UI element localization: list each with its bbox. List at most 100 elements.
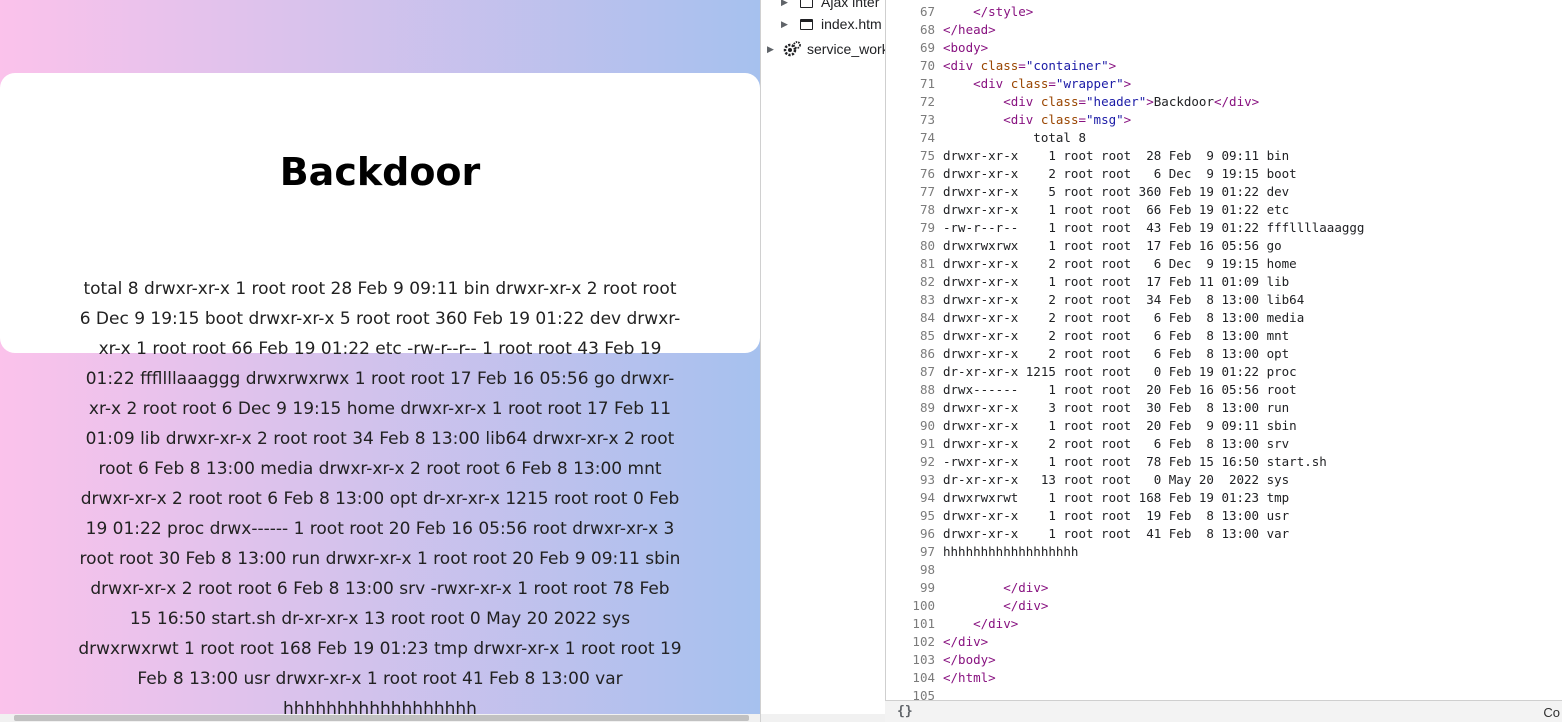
line-number[interactable]: 81 [886, 255, 943, 273]
line-code: drwxr-xr-x 2 root root 6 Dec 9 19:15 hom… [943, 256, 1297, 271]
line-number[interactable]: 69 [886, 39, 943, 57]
source-line: 83 drwxr-xr-x 2 root root 34 Feb 8 13:00 … [886, 291, 1562, 309]
coverage-label: Co [1543, 705, 1560, 720]
line-number[interactable]: 98 [886, 561, 943, 579]
source-line: 86 drwxr-xr-x 2 root root 6 Feb 8 13:00 o… [886, 345, 1562, 363]
line-number[interactable]: 86 [886, 345, 943, 363]
line-number[interactable]: 68 [886, 21, 943, 39]
source-line: 101 </div> [886, 615, 1562, 633]
line-number[interactable]: 82 [886, 273, 943, 291]
line-code: </html> [943, 670, 996, 685]
line-number[interactable]: 105 [886, 687, 943, 700]
scrollbar-thumb[interactable] [14, 715, 749, 721]
line-code: drwxr-xr-x 2 root root 6 Feb 8 13:00 srv [943, 436, 1290, 451]
tree-scrollbar[interactable] [761, 714, 886, 722]
line-number[interactable]: 67 [886, 3, 943, 21]
line-number[interactable]: 75 [886, 147, 943, 165]
line-number[interactable]: 74 [886, 129, 943, 147]
line-number[interactable]: 72 [886, 93, 943, 111]
source-line: 98 [886, 561, 1562, 579]
source-line: 67 </style> [886, 3, 1562, 21]
source-line: 70 <div class="container"> [886, 57, 1562, 75]
frame-icon [797, 17, 815, 31]
source-line: 100 </div> [886, 597, 1562, 615]
line-number[interactable]: 73 [886, 111, 943, 129]
sources-file-tree: ▶ Ajax inter ▶ index.htm ▶ service_work [760, 0, 886, 722]
line-number[interactable]: 99 [886, 579, 943, 597]
line-code: dr-xr-xr-x 13 root root 0 May 20 2022 sy… [943, 472, 1290, 487]
line-number[interactable]: 92 [886, 453, 943, 471]
command-output: total 8 drwxr-xr-x 1 root root 28 Feb 9 … [78, 279, 682, 719]
line-number[interactable]: 85 [886, 327, 943, 345]
tree-item-index-html[interactable]: ▶ index.htm [781, 14, 882, 34]
expand-arrow-icon[interactable]: ▶ [767, 44, 783, 55]
line-code: drwxr-xr-x 5 root root 360 Feb 19 01:22 … [943, 184, 1290, 199]
line-number[interactable]: 88 [886, 381, 943, 399]
line-number[interactable]: 96 [886, 525, 943, 543]
line-number[interactable]: 90 [886, 417, 943, 435]
source-line: 89 drwxr-xr-x 3 root root 30 Feb 8 13:00 … [886, 399, 1562, 417]
line-code: dr-xr-xr-x 1215 root root 0 Feb 19 01:22… [943, 364, 1297, 379]
source-line: 71 <div class="wrapper"> [886, 75, 1562, 93]
line-number[interactable]: 77 [886, 183, 943, 201]
line-code: drwxr-xr-x 2 root root 6 Feb 8 13:00 med… [943, 310, 1305, 325]
line-number[interactable]: 79 [886, 219, 943, 237]
line-number[interactable]: 103 [886, 651, 943, 669]
line-number[interactable]: 101 [886, 615, 943, 633]
horizontal-scrollbar[interactable] [0, 714, 760, 722]
gear-icon [783, 41, 801, 57]
line-number[interactable]: 95 [886, 507, 943, 525]
line-code: drwxr-xr-x 1 root root 20 Feb 9 09:11 sb… [943, 418, 1297, 433]
line-number[interactable]: 100 [886, 597, 943, 615]
line-code: total 8 [943, 130, 1086, 145]
source-line: 79 -rw-r--r-- 1 root root 43 Feb 19 01:22… [886, 219, 1562, 237]
line-code: -rwxr-xr-x 1 root root 78 Feb 15 16:50 s… [943, 454, 1327, 469]
source-code-view[interactable]: 67 </style> 68 </head> 69 <body> 70 <div class… [885, 0, 1562, 700]
line-code: </head> [943, 22, 996, 37]
source-line: 68 </head> [886, 21, 1562, 39]
line-number[interactable]: 89 [886, 399, 943, 417]
line-number[interactable]: 80 [886, 237, 943, 255]
line-number[interactable]: 94 [886, 489, 943, 507]
source-line: 93 dr-xr-xr-x 13 root root 0 May 20 2022 … [886, 471, 1562, 489]
source-line: 85 drwxr-xr-x 2 root root 6 Feb 8 13:00 m… [886, 327, 1562, 345]
line-number[interactable]: 76 [886, 165, 943, 183]
line-number[interactable]: 102 [886, 633, 943, 651]
line-number[interactable]: 87 [886, 363, 943, 381]
line-number[interactable]: 70 [886, 57, 943, 75]
source-line: 74 total 8 [886, 129, 1562, 147]
expand-arrow-icon[interactable]: ▶ [781, 0, 797, 8]
source-line: 104 </html> [886, 669, 1562, 687]
line-number[interactable]: 104 [886, 669, 943, 687]
line-code: drwxr-xr-x 1 root root 41 Feb 8 13:00 va… [943, 526, 1290, 541]
line-code: drwxr-xr-x 1 root root 28 Feb 9 09:11 bi… [943, 148, 1290, 163]
line-number[interactable]: 84 [886, 309, 943, 327]
line-code: </div> [1003, 598, 1049, 613]
line-code: <body> [943, 40, 989, 55]
tree-item-service-worker[interactable]: ▶ service_work [767, 39, 886, 59]
source-line: 87 dr-xr-xr-x 1215 root root 0 Feb 19 01:… [886, 363, 1562, 381]
source-line: 82 drwxr-xr-x 1 root root 17 Feb 11 01:09… [886, 273, 1562, 291]
line-number[interactable]: 91 [886, 435, 943, 453]
source-line: 84 drwxr-xr-x 2 root root 6 Feb 8 13:00 m… [886, 309, 1562, 327]
line-code: drwxr-xr-x 2 root root 6 Feb 8 13:00 opt [943, 346, 1290, 361]
line-number[interactable]: 78 [886, 201, 943, 219]
line-number[interactable]: 93 [886, 471, 943, 489]
source-line: 72 <div class="header">Backdoor</div> [886, 93, 1562, 111]
line-number[interactable]: 97 [886, 543, 943, 561]
line-number[interactable]: 71 [886, 75, 943, 93]
line-code: <div class="msg"> [1003, 112, 1132, 127]
line-code: drwxr-xr-x 2 root root 6 Feb 8 13:00 mnt [943, 328, 1290, 343]
line-code: </body> [943, 652, 996, 667]
editor-status-bar: {} Co [885, 700, 1562, 722]
line-code: drwxr-xr-x 1 root root 17 Feb 11 01:09 l… [943, 274, 1290, 289]
tree-item-ajax[interactable]: ▶ Ajax inter [781, 0, 879, 12]
line-number[interactable]: 83 [886, 291, 943, 309]
source-line: 103 </body> [886, 651, 1562, 669]
line-code: </div> [1003, 580, 1049, 595]
frame-icon [797, 0, 815, 9]
pretty-print-icon[interactable]: {} [897, 704, 913, 719]
tree-item-label: service_work [807, 41, 886, 57]
expand-arrow-icon[interactable]: ▶ [781, 19, 797, 30]
source-line: 69 <body> [886, 39, 1562, 57]
